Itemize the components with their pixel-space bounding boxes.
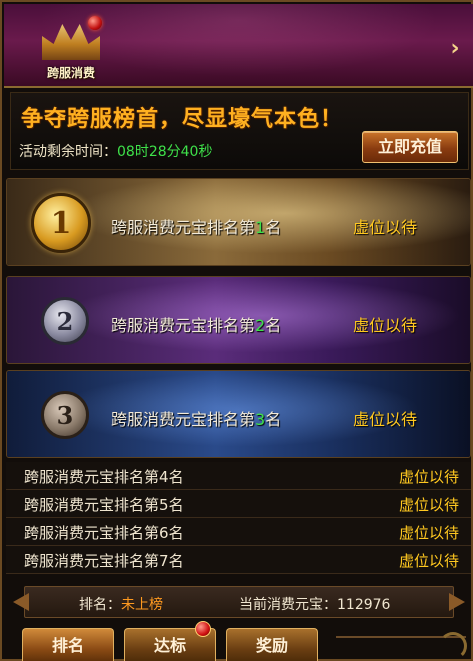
rank-label-suffix: 名 [168,524,184,542]
rank-label-suffix: 名 [265,218,282,237]
list-item: 跨服消费元宝排名第6名 虚位以待 [6,518,471,546]
cross-server-spend-logo: 跨服消费 [34,16,108,82]
rank-number: 1 [255,218,266,237]
rank-holder: 虚位以待 [353,218,418,237]
notification-dot-icon [195,621,211,637]
my-rank-value: 未上榜 [121,597,163,613]
next-arrow-icon[interactable]: › [445,36,465,62]
rank-label-suffix: 名 [168,468,184,486]
rank-label-prefix: 跨服消费元宝排名第 [111,410,256,429]
panel-frame: 跨服消费 › 争夺跨服榜首，尽显壕气本色！ 活动剩余时间：08时28分40秒 立… [0,0,473,661]
rank-label-suffix: 名 [168,552,184,570]
list-item: 跨服消费元宝排名第7名 虚位以待 [6,546,471,574]
event-slogan: 争夺跨服榜首，尽显壕气本色！ [21,107,344,132]
tab-bar: 排名 达标 奖励 [18,621,466,661]
rank-label: 跨服消费元宝排名第4名 [24,466,184,487]
rank-label: 跨服消费元宝排名第1名 [111,214,281,238]
list-item: 跨服消费元宝排名第5名 虚位以待 [6,490,471,518]
my-rank: 排名：未上榜 [79,594,163,614]
rank-holder: 虚位以待 [353,410,418,429]
rank-holder: 虚位以待 [398,524,459,542]
rank-number: 4 [159,468,169,486]
rank-number: 7 [159,552,169,570]
gold-medal-icon: 1 [31,193,91,253]
logo-text: 跨服消费 [46,66,95,80]
rank-label-prefix: 跨服消费元宝排名第 [24,524,160,542]
time-remaining-label: 活动剩余时间： [19,144,117,160]
rank-card-2: 2 跨服消费元宝排名第2名 虚位以待 [6,276,471,364]
bronze-medal-icon: 3 [41,391,89,439]
list-item: 跨服消费元宝排名第4名 虚位以待 [6,462,471,490]
rank-holder: 虚位以待 [353,316,418,335]
rank-holder: 虚位以待 [398,552,459,570]
rank-number: 2 [255,316,266,335]
rank-label-prefix: 跨服消费元宝排名第 [24,496,160,514]
rank-label-prefix: 跨服消费元宝排名第 [24,468,160,486]
silver-medal-icon: 2 [41,297,89,345]
rank-label: 跨服消费元宝排名第7名 [24,550,184,571]
header-banner: 跨服消费 › [4,4,473,88]
rank-number: 3 [255,410,266,429]
rank-label: 跨服消费元宝排名第6名 [24,522,184,543]
tab-target[interactable]: 达标 [124,621,216,661]
my-spend-label: 当前消费元宝： [239,597,337,613]
rank-label-suffix: 名 [265,316,282,335]
rank-label: 跨服消费元宝排名第2名 [111,312,281,336]
rank-list: 跨服消费元宝排名第4名 虚位以待 跨服消费元宝排名第5名 虚位以待 跨服消费元宝… [6,462,471,574]
my-spend-value: 112976 [337,597,391,613]
tab-target-label: 达标 [153,636,186,655]
rank-holder: 虚位以待 [398,496,459,514]
time-remaining-value: 08时28分40秒 [117,144,213,160]
corner-ornament-icon [439,632,467,660]
rank-card-3: 3 跨服消费元宝排名第3名 虚位以待 [6,370,471,458]
rank-label: 跨服消费元宝排名第3名 [111,406,281,430]
rank-label-prefix: 跨服消费元宝排名第 [111,218,256,237]
rank-label-suffix: 名 [168,496,184,514]
rank-number: 6 [159,524,169,542]
tab-rewards[interactable]: 奖励 [226,628,318,661]
rank-holder: 虚位以待 [398,468,459,486]
my-spend: 当前消费元宝：112976 [239,594,390,614]
status-bar: 排名：未上榜 当前消费元宝：112976 [24,586,454,618]
tab-ranking[interactable]: 排名 [22,628,114,661]
gem-icon [88,16,102,30]
recharge-button[interactable]: 立即充值 [362,131,458,163]
time-remaining: 活动剩余时间：08时28分40秒 [19,141,212,161]
rank-label: 跨服消费元宝排名第5名 [24,494,184,515]
my-rank-label: 排名： [79,597,121,613]
rank-card-1: 1 跨服消费元宝排名第1名 虚位以待 [6,178,471,266]
event-banner: 争夺跨服榜首，尽显壕气本色！ 活动剩余时间：08时28分40秒 立即充值 [10,92,469,170]
rank-label-prefix: 跨服消费元宝排名第 [24,552,160,570]
rank-label-suffix: 名 [265,410,282,429]
rank-number: 5 [159,496,169,514]
rank-label-prefix: 跨服消费元宝排名第 [111,316,256,335]
